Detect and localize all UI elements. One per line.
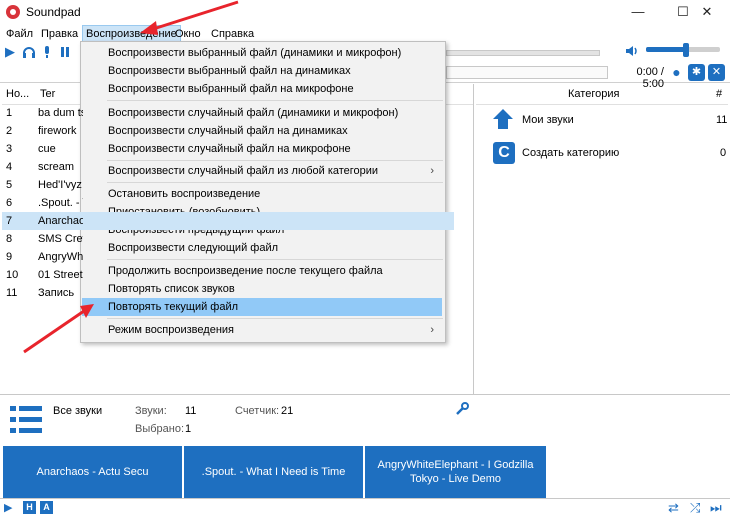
play-icon[interactable]: ▶	[3, 45, 17, 59]
row-title: Hed'I'vyz	[38, 179, 82, 191]
row-number: 4	[6, 161, 13, 173]
row-number: 11	[6, 287, 18, 299]
menu-item-label: Воспроизвести выбранный файл на микрофон…	[108, 83, 354, 95]
menu-edit[interactable]: Правка	[38, 26, 81, 42]
menu-separator	[107, 100, 443, 101]
row-title: AngryWh	[38, 251, 83, 263]
status-counter-label: Счетчик:	[235, 405, 280, 417]
column-header-category[interactable]: Категория	[568, 88, 619, 100]
row-title: firework	[38, 125, 77, 137]
row-title: cue	[38, 143, 56, 155]
menu-item-label: Режим воспроизведения	[108, 324, 234, 336]
close-button[interactable]: ✕	[684, 0, 730, 24]
status-sounds-label: Звуки:	[135, 405, 167, 417]
minimize-button[interactable]: —	[615, 0, 661, 24]
playback-progress[interactable]	[446, 66, 608, 79]
row-number: 2	[6, 125, 13, 137]
status-sounds-value: 11	[185, 405, 197, 417]
pause-icon[interactable]	[58, 45, 72, 59]
playback-menu-item[interactable]: Воспроизвести выбранный файл на динамика…	[82, 62, 442, 80]
headphones-icon[interactable]	[22, 45, 36, 59]
hotbar-slot-3[interactable]: AngryWhiteElephant - I Godzilla Tokyo - …	[365, 446, 546, 498]
playback-menu-item[interactable]: Воспроизвести выбранный файл (динамики и…	[82, 44, 442, 62]
status-counter-value: 21	[281, 405, 294, 417]
text-a-icon[interactable]: A	[40, 501, 53, 514]
row-number: 5	[6, 179, 13, 191]
row-number: 8	[6, 233, 13, 245]
soundpad-logo-icon	[6, 5, 20, 19]
playback-menu-item[interactable]: Режим воспроизведения ›	[82, 321, 442, 339]
menu-item-label: Повторять текущий файл	[108, 301, 239, 313]
create-category-icon: C	[493, 142, 515, 164]
menu-item-label: Воспроизвести выбранный файл (динамики и…	[108, 47, 402, 59]
category-create[interactable]: Создать категорию	[522, 147, 619, 159]
play-small-icon[interactable]: ▶	[4, 501, 12, 514]
settings-icon[interactable]: ✱	[688, 64, 705, 81]
menu-item-label: Воспроизвести выбранный файл на динамика…	[108, 65, 351, 77]
column-header-count[interactable]: #	[716, 88, 722, 100]
row-title: .Spout. - \	[38, 197, 83, 209]
home-icon	[492, 108, 514, 130]
repeat-icon[interactable]: ⇄	[668, 500, 679, 516]
annotation-arrow-bottom	[23, 309, 85, 354]
category-my-sounds[interactable]: Мои звуки	[522, 114, 574, 126]
hotkeys-h-icon[interactable]: H	[23, 501, 36, 514]
volume-icon[interactable]	[625, 44, 639, 61]
row-title: Anarchaos	[38, 215, 83, 227]
row-title: scream	[38, 161, 75, 173]
column-header-number[interactable]: Но...	[6, 88, 29, 100]
row-title: 01 Street S	[38, 269, 83, 281]
menu-file[interactable]: Файл	[3, 26, 36, 42]
microphone-icon[interactable]	[40, 45, 54, 59]
row-number: 9	[6, 251, 13, 263]
column-header-title[interactable]: Ter	[40, 88, 55, 100]
hotbar-slot-1[interactable]: Anarchaos - Actu Secu	[3, 446, 182, 498]
window-title: Soundpad	[26, 5, 81, 19]
row-title: ba dum ts	[38, 107, 83, 119]
footer-bar	[0, 498, 730, 519]
status-selected-value: 1	[185, 423, 192, 435]
row-number: 10	[6, 269, 19, 281]
menu-help[interactable]: Справка	[208, 26, 257, 42]
category-count: 0	[720, 147, 727, 159]
divider	[0, 394, 730, 395]
status-selected-label: Выбрано:	[135, 423, 185, 435]
status-all-sounds: Все звуки	[53, 405, 103, 417]
row-number: 6	[6, 197, 13, 209]
row-title: SMS Crew	[38, 233, 83, 245]
shuffle-icon[interactable]: ⤮	[690, 500, 700, 516]
row-number: 1	[6, 107, 13, 119]
category-count: 11	[716, 114, 728, 126]
volume-slider-fill	[646, 47, 686, 52]
hotbar-slot-2[interactable]: .Spout. - What I Need is Time	[184, 446, 363, 498]
next-icon[interactable]: ⏭	[710, 500, 722, 516]
menu-separator	[107, 318, 443, 319]
playback-menu-item[interactable]: Воспроизвести выбранный файл на микрофон…	[82, 80, 442, 98]
close-panel-icon[interactable]: ✕	[708, 64, 725, 81]
submenu-chevron-icon: ›	[430, 324, 434, 336]
list-icon	[10, 404, 42, 436]
seek-bar[interactable]	[446, 50, 600, 56]
panel-divider[interactable]	[473, 84, 474, 394]
volume-slider-thumb[interactable]	[683, 43, 689, 57]
row-title: Запись	[38, 287, 75, 299]
record-icon[interactable]: ●	[668, 64, 685, 81]
menu-window[interactable]: Окно	[172, 26, 204, 42]
row-number: 3	[6, 143, 13, 155]
wrench-icon[interactable]	[455, 402, 469, 416]
row-number: 7	[6, 215, 13, 227]
